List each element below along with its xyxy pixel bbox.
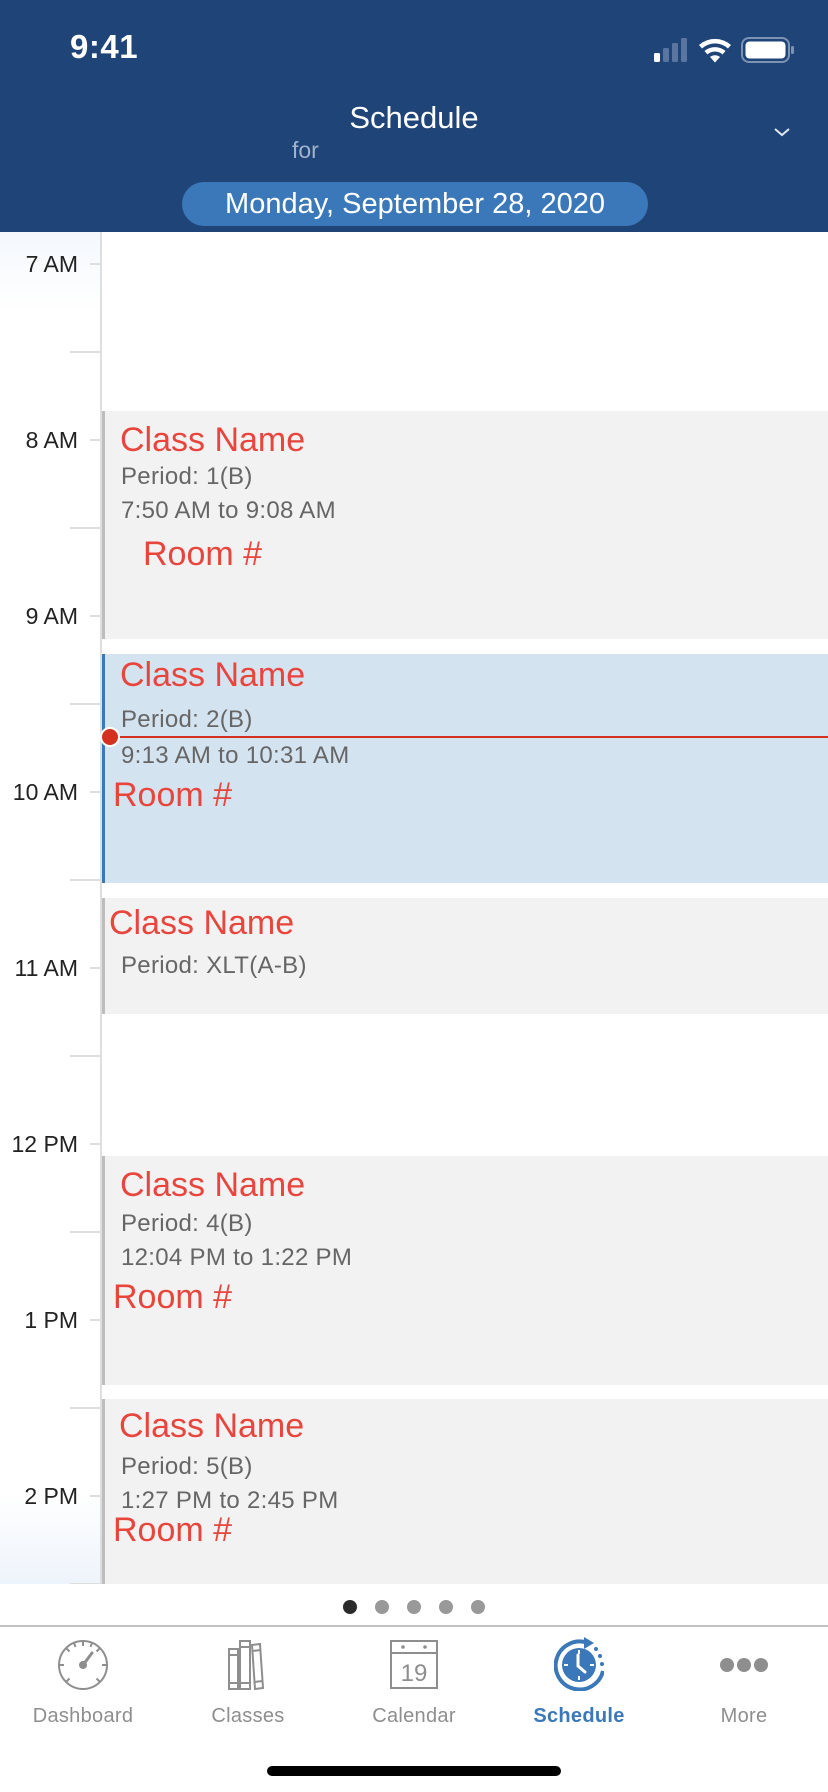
hour-tick (90, 791, 100, 793)
hour-label: 2 PM (24, 1483, 78, 1509)
class-block[interactable]: Class Name Period: 1(B) 7:50 AM to 9:08 … (102, 411, 828, 639)
current-time-dot (100, 727, 120, 747)
class-name: Class Name (120, 421, 306, 459)
class-room: Room # (143, 535, 263, 573)
calendar-icon: 19 (390, 1640, 438, 1689)
home-indicator[interactable] (267, 1766, 561, 1776)
half-hour-tick (70, 527, 100, 529)
class-time: 9:13 AM to 10:31 AM (121, 742, 350, 769)
class-block[interactable]: Class Name Period: 4(B) 12:04 PM to 1:22… (102, 1156, 828, 1385)
tab-label: Dashboard (32, 1705, 134, 1727)
class-period: Period: 4(B) (121, 1210, 253, 1237)
half-hour-tick (70, 879, 100, 881)
class-period: Period: 2(B) (121, 706, 253, 733)
hour-tick (90, 263, 100, 265)
page-indicator (0, 1584, 828, 1625)
current-time-line (110, 736, 828, 738)
more-dots-icon (720, 1658, 768, 1672)
class-room: Room # (113, 1511, 233, 1549)
wifi-icon (699, 38, 731, 63)
half-hour-tick (70, 1231, 100, 1233)
page-dot[interactable] (375, 1600, 389, 1614)
hour-tick (90, 1143, 100, 1145)
tab-classes[interactable]: Classes (178, 1635, 318, 1735)
calendar-icon-day: 19 (401, 1660, 428, 1687)
class-time: 12:04 PM to 1:22 PM (121, 1244, 353, 1271)
half-hour-tick (70, 703, 100, 705)
half-hour-tick (70, 1407, 100, 1409)
class-room: Room # (113, 1278, 233, 1316)
status-bar-time: 9:41 (70, 28, 139, 65)
tab-schedule[interactable]: Schedule (509, 1635, 649, 1735)
class-name: Class Name (119, 1407, 305, 1445)
hour-label: 11 AM (14, 955, 79, 981)
hour-label: 9 AM (25, 603, 78, 629)
clock-history-icon (554, 1637, 604, 1691)
gauge-icon (58, 1640, 108, 1690)
battery-icon (741, 37, 794, 63)
hour-tick (90, 967, 100, 969)
hour-tick (90, 615, 100, 617)
date-selector-button[interactable]: Monday, September 28, 2020 (182, 182, 648, 226)
half-hour-tick (70, 351, 100, 353)
class-period: Period: 1(B) (121, 463, 253, 490)
status-bar-icons (654, 37, 794, 63)
hour-label: 7 AM (25, 251, 78, 277)
hour-tick (90, 439, 100, 441)
chevron-down-icon[interactable] (770, 120, 794, 144)
class-block-current[interactable]: Class Name Period: 2(B) 9:13 AM to 10:31… (102, 654, 828, 883)
tab-dashboard[interactable]: Dashboard (13, 1635, 153, 1735)
tab-label: Schedule (533, 1705, 625, 1727)
navigation-header: 9:41 Schedule for Monday, September 28, … (0, 0, 828, 232)
class-room: Room # (113, 776, 233, 814)
page-title: Schedule (349, 100, 479, 135)
tab-label: Calendar (372, 1705, 456, 1727)
class-period: Period: XLT(A-B) (121, 952, 307, 979)
page-dot[interactable] (407, 1600, 421, 1614)
tab-label: Classes (211, 1705, 285, 1727)
class-block[interactable]: Class Name Period: 5(B) 1:27 PM to 2:45 … (102, 1399, 828, 1584)
hour-label: 10 AM (12, 779, 78, 805)
class-period: Period: 5(B) (121, 1453, 253, 1480)
tab-label: More (720, 1705, 768, 1727)
page-dot[interactable] (471, 1600, 485, 1614)
for-label: for (292, 137, 319, 163)
page-dot-active[interactable] (343, 1600, 357, 1614)
hour-label: 8 AM (25, 427, 78, 453)
class-name: Class Name (120, 656, 306, 694)
hour-tick (90, 1495, 100, 1497)
cellular-signal-icon (654, 38, 687, 62)
hour-label: 12 PM (11, 1131, 78, 1157)
class-block[interactable]: Class Name Period: XLT(A-B) (102, 898, 828, 1014)
tab-calendar[interactable]: 19 Calendar (344, 1635, 484, 1735)
schedule-timeline[interactable]: 7 AM 8 AM 9 AM 10 AM 11 AM 12 PM 1 PM 2 … (0, 232, 828, 1584)
class-name: Class Name (120, 1166, 306, 1204)
half-hour-tick (70, 1055, 100, 1057)
books-icon (228, 1640, 265, 1691)
class-name: Class Name (109, 904, 295, 942)
page-dot[interactable] (439, 1600, 453, 1614)
class-time: 7:50 AM to 9:08 AM (121, 497, 336, 524)
hour-tick (90, 1319, 100, 1321)
tab-more[interactable]: More (674, 1635, 814, 1735)
hour-label: 1 PM (24, 1307, 78, 1333)
